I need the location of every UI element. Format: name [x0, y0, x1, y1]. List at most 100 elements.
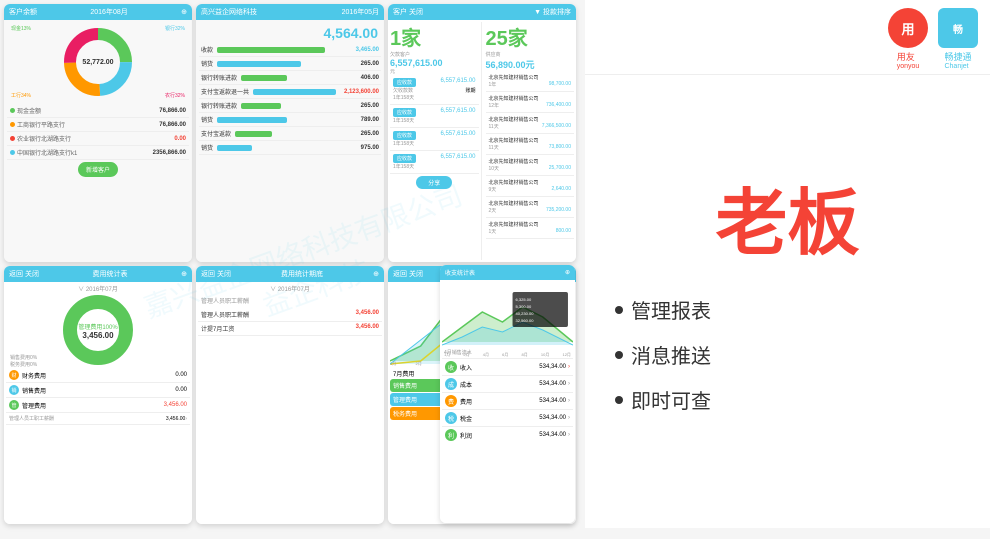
feature-2: 消息推送 [615, 332, 960, 377]
phone3-header: 客户 关闭 ▼ 投款排序 [388, 4, 576, 20]
customer-item-3: 应收款6,557,615.00 1年158天 [390, 128, 479, 151]
phone-expense-period: 返回 关闭 费用统计期底 ⊕ ∨ 2016年07月 管理人员职工薪酬 管理人员职… [196, 266, 384, 524]
rv-item-profit: 利 利润 534,34.00 › [442, 427, 573, 443]
supplier-item-3: 北京先知建材销售公司 11天7,366,500.00 [486, 113, 575, 134]
phone4-body: ∨ 2016年07月 管理费用100% 3,456.00 销售费用0%税务费用0… [4, 282, 192, 524]
seg-cash: 现金13% [11, 25, 31, 32]
boss-title: 老板 [615, 181, 960, 267]
dot-orange [10, 122, 15, 127]
customer-item-2: 应收款6,557,615.00 1年158天 [390, 105, 479, 128]
yonyou-text: 用友 yonyou [897, 50, 920, 70]
phone5-header: 返回 关闭 费用统计期底 ⊕ [196, 266, 384, 282]
icon-income: 收 [445, 361, 457, 373]
phone2-amount: 4,564.00 [199, 23, 381, 43]
phone4-title: 费用统计表 [93, 269, 128, 279]
balance-total: 现金金额 76,866.00 [7, 104, 189, 118]
p2-row-6: 销货 789.00 [199, 113, 381, 127]
phone3-sort: ▼ 投款排序 [534, 7, 571, 17]
dot-red [10, 136, 15, 141]
donut-container: 52,772.00 现金13% 银行32% 工行34% 农行32% [7, 23, 189, 101]
svg-text:2月: 2月 [416, 361, 422, 366]
phone-customer-supplier: 客户 关闭 ▼ 投款排序 1家 欠款客户 6,557,615.00 元 应收款6… [388, 4, 576, 262]
balance-abc: 农业银行北湖路支行 0.00 [7, 132, 189, 146]
phone1-title: 客户余额 [9, 7, 37, 17]
chanjet-text: 畅捷通 Chanjet [944, 50, 971, 70]
p2-row-4: 支付宝返款退一共 2,123,600.00 [199, 85, 381, 99]
supplier-label: 供应商 [486, 51, 575, 58]
svg-text:6,325.00: 6,325.00 [516, 297, 532, 302]
feature-1-label: 管理报表 [631, 295, 711, 324]
supplier-total: 56,890.00元 [486, 58, 575, 71]
phone-revenue-stat: 收支统计表 ⊕ 6,325.00 5,300.00 40,230.00 32,5… [440, 265, 575, 523]
dot-green [10, 108, 15, 113]
phone2-header: 高兴益企网络科技 2016年05月 [196, 4, 384, 20]
expense-gz: 管理人员工职工薪酬 3,456.00 › [6, 413, 190, 425]
phone2-body: 4,564.00 收款 3,465.00 销货 265.00 银行转账进款 40… [196, 20, 384, 262]
customer-item-1: 应收款6,557,615.00 欠收款数账期 1年158天 [390, 75, 479, 105]
feature-3: 即时可查 [615, 377, 960, 422]
brand-logos: 用 用友 yonyou 畅 畅捷通 Chanjet [888, 8, 978, 70]
boss-section: 老板 管理报表 消息推送 即时可查 [585, 75, 990, 528]
supplier-item-1: 北京先知建材销售公司 1年98,700.00 [486, 71, 575, 92]
p2-row-3: 银行转账进款 406.00 [199, 71, 381, 85]
phone8-body: 6,325.00 5,300.00 40,230.00 32,560.00 1月… [440, 280, 575, 523]
new-customer-button[interactable]: 新增客户 [78, 162, 118, 177]
expense-xs: 销 销售费用 0.00 [6, 383, 190, 398]
feature-3-label: 即时可查 [631, 385, 711, 414]
supplier-col: 25家 供应商 56,890.00元 北京先知建材销售公司 1年98,700.0… [484, 22, 575, 260]
icon-profit: 利 [445, 429, 457, 441]
svg-text:5,300.00: 5,300.00 [516, 304, 532, 309]
balance-icbc: 工商银行平路支行 76,866.00 [7, 118, 189, 132]
icon-cost: 成 [445, 378, 457, 390]
customer-count: 1家 [390, 22, 479, 51]
svg-text:1月: 1月 [390, 361, 396, 366]
bullet-3 [615, 396, 623, 404]
donut-center-value: 52,772.00 [82, 59, 113, 66]
revenue-chart: 6,325.00 5,300.00 40,230.00 32,560.00 1月… [442, 282, 573, 347]
bullet-1 [615, 306, 623, 314]
p2-row-2: 销货 265.00 [199, 57, 381, 71]
p5-item-1: 管理人员职工薪酬 3,456.00 [198, 308, 382, 322]
phone3-body: 1家 欠款客户 6,557,615.00 元 应收款6,557,615.00 欠… [388, 20, 576, 262]
yonyou-logo: 用 用友 yonyou [888, 8, 928, 70]
svg-text:32,560.00: 32,560.00 [516, 318, 535, 323]
rv-item-expense: 费 费用 534,34.00 › [442, 393, 573, 410]
customer-total: 6,557,615.00 [390, 58, 479, 68]
phone2-title: 高兴益企网络科技 [201, 7, 257, 17]
share-button[interactable]: 分享 [416, 176, 452, 189]
bullet-2 [615, 351, 623, 359]
customer-col: 1家 欠款客户 6,557,615.00 元 应收款6,557,615.00 欠… [390, 22, 482, 260]
p2-row-1: 收款 3,465.00 [199, 43, 381, 57]
phone3-title: 客户 关闭 [393, 7, 423, 17]
phone2-date: 2016年05月 [342, 7, 379, 17]
icon-expense: 费 [445, 395, 457, 407]
revenue-chart-svg: 6,325.00 5,300.00 40,230.00 32,560.00 [442, 282, 573, 347]
balance-list: 现金金额 76,866.00 工商银行平路支行 76,866.00 农业银行北湖… [7, 104, 189, 160]
feature-2-label: 消息推送 [631, 340, 711, 369]
supplier-item-7: 北京先知建材销售公司 2天735,200.00 [486, 197, 575, 218]
customer-label: 欠款客户 [390, 51, 479, 58]
expense-donut-container: 管理费用100% 3,456.00 销售费用0%税务费用0% [6, 293, 190, 368]
seg-icbc: 工行34% [11, 92, 31, 99]
icon-sales: 销 [9, 385, 19, 395]
supplier-count: 25家 [486, 22, 575, 51]
phone1-icon: ⊕ [181, 8, 187, 16]
icon-manage: 管 [9, 400, 19, 410]
phone-expense-stat: 返回 关闭 费用统计表 ⊕ ∨ 2016年07月 管理费用100% 3,456.… [4, 266, 192, 524]
rv-item-income: 收 收入 534,34.00 › [442, 359, 573, 376]
rv-item-tax: 税 税金 534,34.00 › [442, 410, 573, 427]
p2-row-8: 销货 975.00 [199, 141, 381, 155]
phone-gaoxing: 高兴益企网络科技 2016年05月 4,564.00 收款 3,465.00 销… [196, 4, 384, 262]
p2-row-5: 银行转账进款 265.00 [199, 99, 381, 113]
right-panel: 用 用友 yonyou 畅 畅捷通 Chanjet 老板 [585, 0, 990, 528]
brand-section: 用 用友 yonyou 畅 畅捷通 Chanjet [585, 0, 990, 75]
p2-row-7: 支付宝返款 265.00 [199, 127, 381, 141]
supplier-item-8: 北京先知建材销售公司 1天800.00 [486, 218, 575, 239]
chanjet-logo: 畅 畅捷通 Chanjet [938, 8, 978, 70]
phone5-title: 费用统计期底 [281, 269, 323, 279]
rv-item-cost: 成 成本 534,34.00 › [442, 376, 573, 393]
icon-finance: 财 [9, 370, 19, 380]
seg-abc: 农行32% [165, 92, 185, 99]
features-list: 管理报表 消息推送 即时可查 [615, 287, 960, 422]
phone5-body: ∨ 2016年07月 管理人员职工薪酬 管理人员职工薪酬 3,456.00 计提… [196, 282, 384, 524]
